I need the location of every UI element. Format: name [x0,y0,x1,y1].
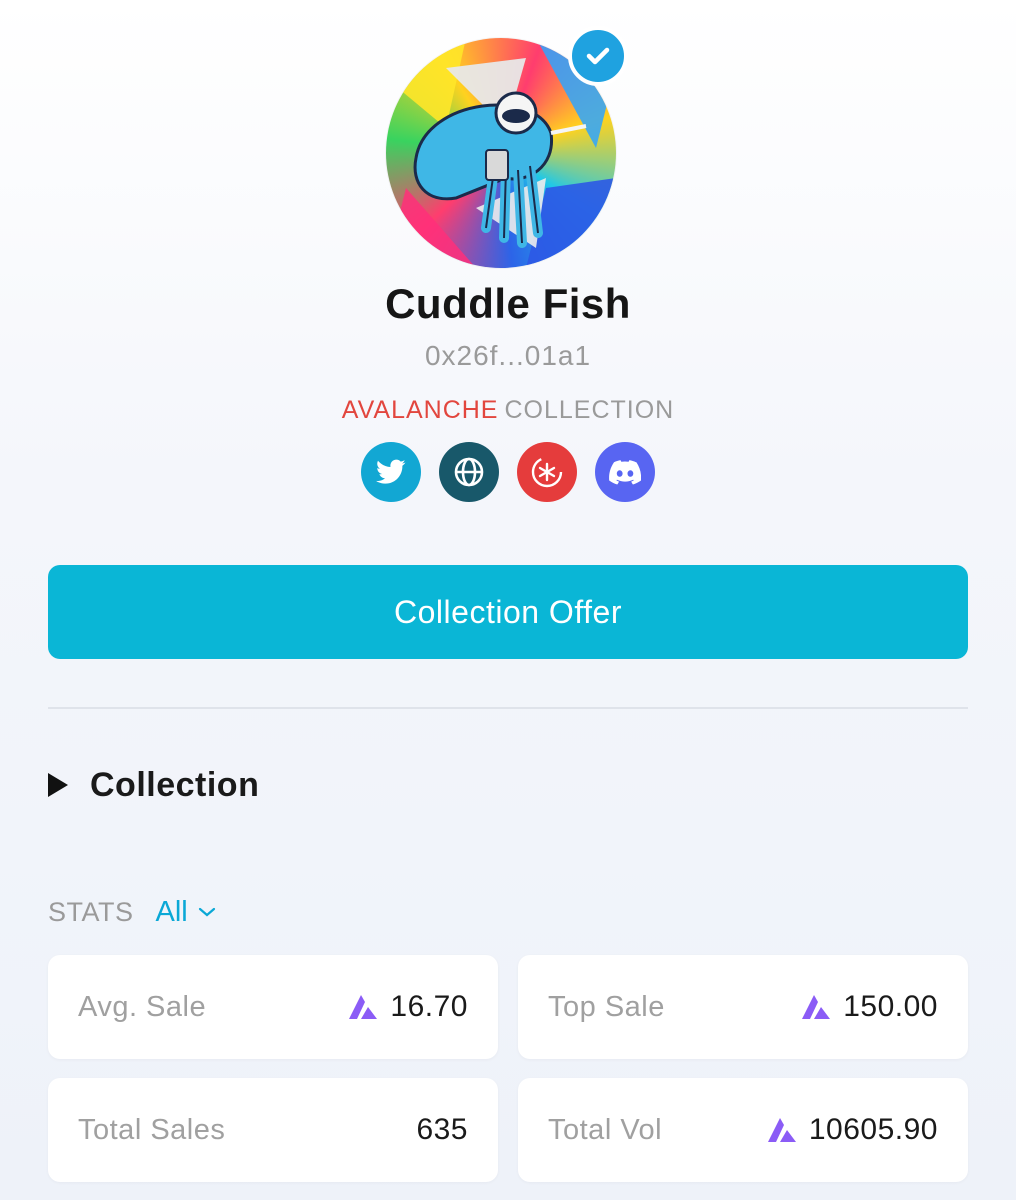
snowtrace-link[interactable] [517,442,577,502]
stat-value: 150.00 [801,990,938,1024]
stat-value-text: 635 [416,1113,468,1146]
social-links [0,442,1016,502]
triangle-right-icon [48,773,68,797]
chain-name: AVALANCHE [341,396,499,424]
discord-icon [609,460,641,485]
stats-filter-dropdown[interactable]: All [156,896,216,929]
chevron-down-icon [198,907,215,917]
stat-card-top-sale: Top Sale 150.00 [518,955,968,1059]
stat-value: 10605.90 [767,1113,938,1147]
stats-header: STATS All [48,890,216,934]
twitter-link[interactable] [361,442,421,502]
avax-icon [349,995,378,1019]
stat-value-text: 16.70 [390,990,468,1023]
collection-offer-button[interactable]: Collection Offer [48,565,968,659]
divider [48,707,968,709]
stat-key: Top Sale [548,990,665,1023]
stat-value-text: 10605.90 [808,1113,938,1146]
verified-badge-icon [568,26,628,86]
snowflake-icon [531,456,563,488]
stats-label: STATS [48,896,134,927]
collection-avatar [386,26,628,268]
stat-key: Total Sales [78,1113,226,1146]
chain-label: AVALANCHE COLLECTION [0,396,1016,425]
stat-key: Avg. Sale [78,990,207,1023]
stats-filter-value: All [155,895,188,928]
twitter-icon [376,459,406,484]
stat-key: Total Vol [548,1113,663,1146]
collection-section-toggle[interactable]: Collection [48,760,259,810]
stat-value: 635 [416,1113,468,1147]
stat-card-avg-sale: Avg. Sale 16.70 [48,955,498,1059]
discord-link[interactable] [595,442,655,502]
website-link[interactable] [439,442,499,502]
globe-icon [454,457,484,487]
stat-card-total-sales: Total Sales 635 [48,1078,498,1182]
collection-title: Cuddle Fish [385,280,631,327]
chain-suffix: COLLECTION [504,396,675,424]
collection-page: Cuddle Fish 0x26f...01a1 AVALANCHE COLLEC… [0,0,1016,1200]
stat-value-text: 150.00 [843,990,938,1023]
stat-card-total-vol: Total Vol 10605.90 [518,1078,968,1182]
avax-icon [802,995,831,1019]
stat-value: 16.70 [348,990,468,1024]
avax-icon [767,1118,796,1142]
collection-section-label: Collection [90,765,260,804]
contract-address[interactable]: 0x26f...01a1 [0,340,1016,372]
